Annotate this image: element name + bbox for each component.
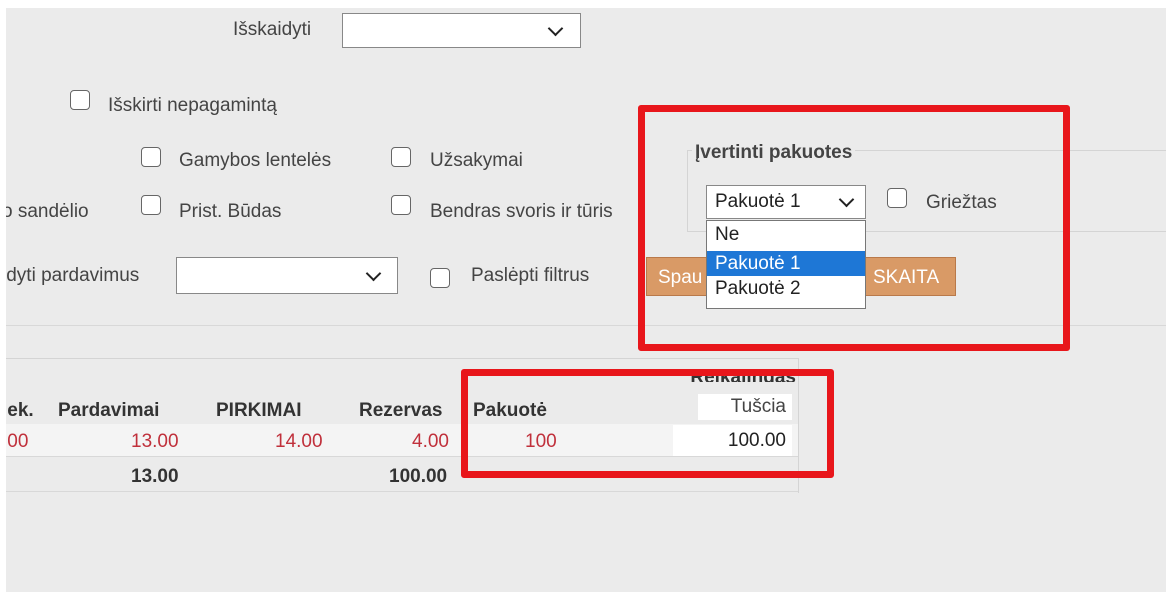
total-pardavimai: 13.00: [131, 466, 179, 487]
highlight-pakuotes-box: [638, 105, 1070, 351]
row-divider: [6, 491, 798, 492]
uzsakymai-label: Užsakymai: [430, 150, 523, 171]
pardavimus-label: idyti pardavimus: [6, 265, 140, 286]
bendras-checkbox[interactable]: [391, 195, 411, 215]
cell-kiek: .00: [6, 431, 29, 452]
isskirti-label: Išskirti nepagamintą: [108, 95, 277, 116]
highlight-pakuote-column-box: [461, 369, 834, 478]
gamybos-checkbox[interactable]: [141, 147, 161, 167]
sandelio-label: o sandėlio: [6, 201, 89, 222]
prist-checkbox[interactable]: [141, 195, 161, 215]
total-rezervas: 100.00: [389, 466, 448, 487]
prist-label: Prist. Būdas: [179, 201, 282, 222]
isskaidyti-label: Išskaidyti: [233, 19, 312, 40]
chevron-down-icon: [547, 20, 564, 37]
paslepti-checkbox[interactable]: [430, 268, 450, 288]
cell-pirkimai: 14.00: [275, 431, 323, 452]
paslepti-label: Paslėpti filtrus: [471, 265, 590, 286]
isskirti-checkbox[interactable]: [70, 90, 90, 110]
isskaidyti-select[interactable]: [342, 13, 581, 48]
header-pirkimai: PIRKIMAI: [216, 400, 302, 421]
uzsakymai-checkbox[interactable]: [391, 147, 411, 167]
header-kiek: iek.: [6, 400, 34, 421]
cell-pardavimai: 13.00: [131, 431, 179, 452]
page: Išskaidyti Išskirti nepagamintą Gamybos …: [6, 8, 1166, 592]
header-pardavimai: Pardavimai: [58, 400, 160, 421]
bendras-label: Bendras svoris ir tūris: [430, 201, 613, 222]
chevron-down-icon: [365, 265, 382, 282]
header-rezervas: Rezervas: [359, 400, 443, 421]
cell-rezervas: 4.00: [412, 431, 449, 452]
gamybos-label: Gamybos lentelės: [179, 150, 332, 171]
pardavimus-select[interactable]: [176, 257, 398, 294]
